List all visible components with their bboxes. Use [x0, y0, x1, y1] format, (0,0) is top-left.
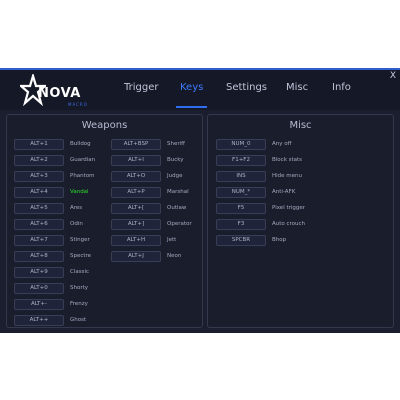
- tab-trigger[interactable]: Trigger: [124, 70, 159, 110]
- weapon-label: Sheriff: [167, 141, 185, 147]
- weapon-label: Shorty: [70, 285, 89, 291]
- keybind-button[interactable]: ALT+5: [14, 203, 64, 214]
- weapon-label: Outlaw: [167, 205, 187, 211]
- weapon-label: Neon: [167, 253, 182, 259]
- keybind-button[interactable]: NUM_*: [216, 187, 266, 198]
- weapon-label: Frenzy: [70, 301, 88, 307]
- logo: NOVA MACRO: [20, 74, 90, 108]
- weapon-label: Operator: [167, 221, 192, 227]
- keybind-button[interactable]: ALT++: [14, 315, 64, 326]
- misc-label: Block stats: [272, 157, 303, 163]
- misc-label: Auto crouch: [272, 221, 306, 227]
- keybind-button[interactable]: ALT+1: [14, 139, 64, 150]
- misc-label: Anti-AFK: [272, 189, 296, 195]
- weapon-label: Odin: [70, 221, 83, 227]
- keybind-button[interactable]: ALT+O: [111, 171, 161, 182]
- keybind-button[interactable]: NUM_0: [216, 139, 266, 150]
- keybind-button[interactable]: F5: [216, 203, 266, 214]
- keybind-button[interactable]: ALT+3: [14, 171, 64, 182]
- keybind-button[interactable]: ALT+I: [111, 155, 161, 166]
- misc-panel: Misc NUM_0 Any off F1+F2 Block stats INS…: [207, 114, 394, 328]
- misc-label: Pixel trigger: [272, 205, 306, 211]
- keybind-button[interactable]: ALT+4: [14, 187, 64, 198]
- keybind-button[interactable]: ALT+[: [111, 203, 161, 214]
- tab-info[interactable]: Info: [332, 70, 351, 110]
- weapon-label: Guardian: [70, 157, 96, 163]
- keybind-button[interactable]: ALT+6: [14, 219, 64, 230]
- logo-sub-text: MACRO: [68, 102, 88, 107]
- keybind-button[interactable]: ALT+BSP: [111, 139, 161, 150]
- weapons-title: Weapons: [81, 120, 128, 131]
- tab-keys[interactable]: Keys: [175, 70, 208, 110]
- weapon-label: Judge: [167, 173, 183, 179]
- keybind-button[interactable]: SPCBR: [216, 235, 266, 246]
- weapon-label: Bucky: [167, 157, 184, 163]
- misc-label: Any off: [272, 141, 292, 147]
- tab-bar: Trigger Keys Settings Misc Info: [110, 70, 390, 110]
- keybind-button[interactable]: ALT+8: [14, 251, 64, 262]
- weapon-label: Phantom: [70, 173, 95, 179]
- misc-label: Hide menu: [272, 173, 303, 179]
- weapon-label: Spectre: [70, 253, 92, 259]
- keybind-button[interactable]: ALT+H: [111, 235, 161, 246]
- tab-misc[interactable]: Misc: [286, 70, 308, 110]
- keybind-button[interactable]: ALT+9: [14, 267, 64, 278]
- weapons-panel: Weapons ALT+1 Bulldog ALT+2 Guardian ALT…: [6, 114, 203, 328]
- tab-settings[interactable]: Settings: [226, 70, 267, 110]
- weapon-label: Classic: [70, 269, 90, 275]
- misc-title: Misc: [289, 120, 312, 131]
- keybind-button[interactable]: F1+F2: [216, 155, 266, 166]
- misc-label: Bhop: [272, 237, 287, 243]
- keybind-button[interactable]: ALT+7: [14, 235, 64, 246]
- keybind-button[interactable]: ALT+P: [111, 187, 161, 198]
- keybind-button[interactable]: ALT+2: [14, 155, 64, 166]
- keybind-button[interactable]: ALT+0: [14, 283, 64, 294]
- close-button[interactable]: X: [390, 71, 396, 81]
- weapon-label: Marshal: [167, 189, 189, 195]
- keybind-button[interactable]: INS: [216, 171, 266, 182]
- keybind-button[interactable]: ALT+]: [111, 219, 161, 230]
- weapon-label: Bulldog: [70, 141, 91, 147]
- weapon-label: Stinger: [70, 237, 90, 243]
- keybind-button[interactable]: F3: [216, 219, 266, 230]
- keybind-button[interactable]: ALT+-: [14, 299, 64, 310]
- weapon-label: Jett: [167, 237, 177, 243]
- weapon-label: Ares: [70, 205, 83, 211]
- weapon-label: Ghost: [70, 317, 87, 323]
- keybind-button[interactable]: ALT+J: [111, 251, 161, 262]
- logo-brand-text: NOVA: [38, 86, 81, 101]
- weapon-label-active: Vandal: [70, 189, 89, 195]
